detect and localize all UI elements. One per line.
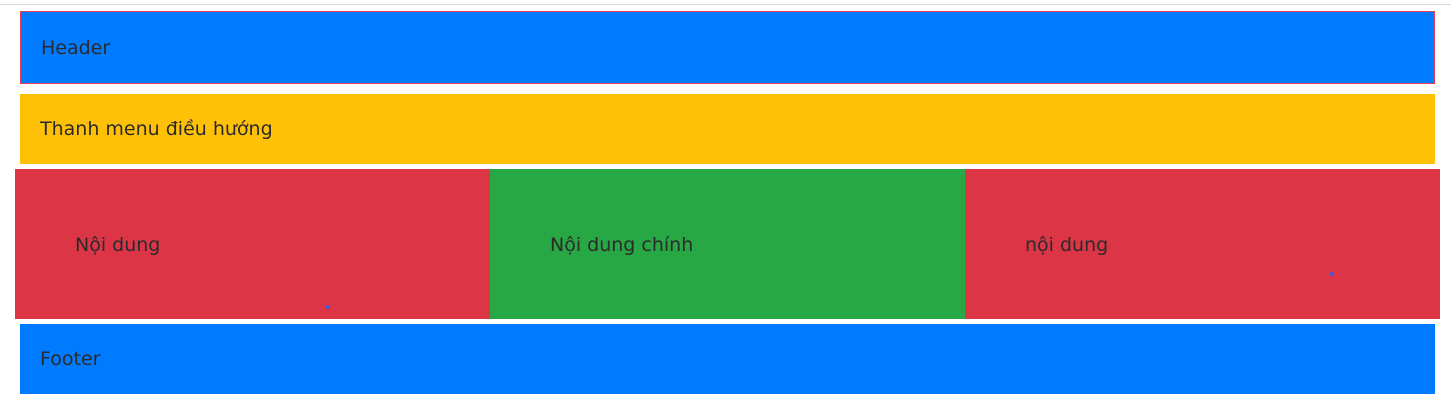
marker-dot: [326, 305, 330, 309]
footer-label: Footer: [40, 348, 101, 370]
top-divider: [0, 0, 1451, 5]
left-content-label: Nội dung: [75, 234, 161, 256]
page-header: Header: [20, 11, 1435, 84]
content-row: Nội dung Nội dung chính nội dung: [15, 169, 1440, 319]
main-content-column: Nội dung chính: [490, 169, 965, 319]
header-label: Header: [41, 36, 111, 59]
page-footer: Footer: [20, 324, 1435, 394]
right-content-column: nội dung: [965, 169, 1440, 319]
navigation-bar[interactable]: Thanh menu điều hướng: [20, 94, 1435, 164]
nav-label: Thanh menu điều hướng: [40, 118, 273, 140]
left-content-column: Nội dung: [15, 169, 490, 319]
right-content-label: nội dung: [1025, 234, 1109, 256]
marker-dot: [1330, 272, 1334, 276]
main-content-label: Nội dung chính: [550, 234, 694, 256]
